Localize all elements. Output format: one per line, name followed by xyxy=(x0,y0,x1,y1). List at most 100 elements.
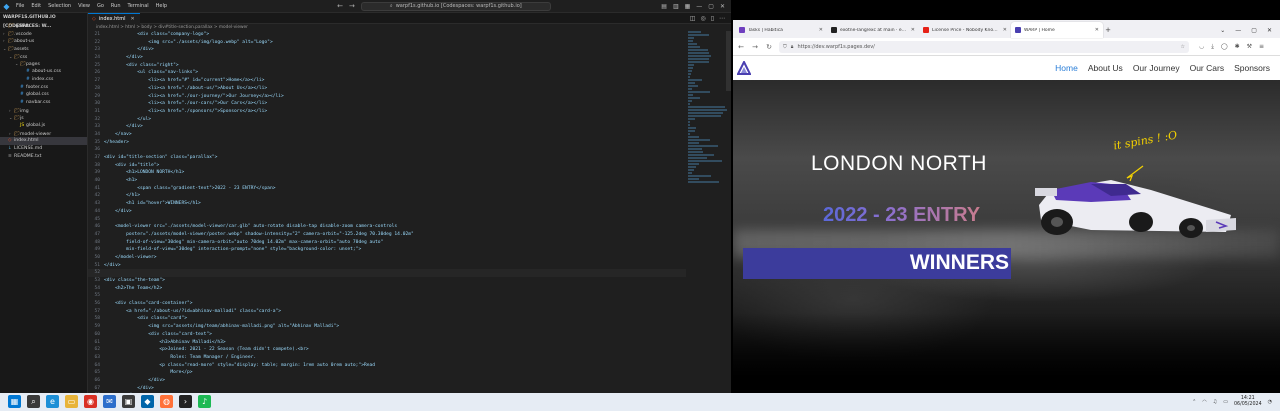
code-line[interactable]: 51 </div> xyxy=(88,262,686,270)
code-line[interactable]: 59 <img src="assets/img/team/abhinav-mal… xyxy=(88,323,686,331)
breadcrumb[interactable]: index.html > html > body > div#title-sec… xyxy=(88,24,731,31)
list-tabs-icon[interactable]: ⌄ xyxy=(1220,27,1225,34)
code-line[interactable]: 32 </ul> xyxy=(88,116,686,124)
nav-link-about-us[interactable]: About Us xyxy=(1088,63,1123,73)
browser-tab[interactable]: Tasks | Habitica ✕ xyxy=(735,22,827,38)
tree-item[interactable]: # index.css xyxy=(0,76,87,84)
tab-close-icon[interactable]: ✕ xyxy=(131,16,135,22)
menu-item-go[interactable]: Go xyxy=(97,3,104,9)
file-explorer-icon[interactable]: ▭ xyxy=(65,395,78,408)
code-line[interactable]: 49 min-field-of-view="30deg" interaction… xyxy=(88,246,686,254)
code-line[interactable]: 37 <div id="title-section" class="paralla… xyxy=(88,154,686,162)
tree-item[interactable]: # global.css xyxy=(0,91,87,99)
tab-close-icon[interactable]: ✕ xyxy=(911,27,915,33)
notifications-icon[interactable]: ◔ xyxy=(1268,399,1272,405)
customize-layout-icon[interactable]: ▦ xyxy=(685,3,691,10)
account-icon[interactable]: ◯ xyxy=(1221,43,1228,51)
code-line[interactable]: 50 </model-viewer> xyxy=(88,254,686,262)
code-line[interactable]: 44 </div> xyxy=(88,208,686,216)
code-line[interactable]: 46 <model-viewer src="./assets/model-vie… xyxy=(88,223,686,231)
tree-item[interactable]: ≡ README.txt xyxy=(0,153,87,161)
tree-item[interactable]: ⌄ 📁︎js xyxy=(0,114,87,122)
tree-item[interactable]: # about-us.css xyxy=(0,68,87,76)
shield-icon[interactable]: ⛉ xyxy=(783,44,787,50)
command-center-search[interactable]: ⌕ warpf1s.github.io [Codespaces: warpf1s… xyxy=(360,1,551,11)
nav-link-our-journey[interactable]: Our Journey xyxy=(1133,63,1180,73)
battery-icon[interactable]: ▭ xyxy=(1223,399,1228,405)
tree-item[interactable]: ⌄ 📁︎css xyxy=(0,53,87,61)
code-line[interactable]: 47 poster="./assets/model-viewer/poster.… xyxy=(88,231,686,239)
code-line[interactable]: 54 <h2>The Team</h2> xyxy=(88,285,686,293)
code-line[interactable]: 34 </nav> xyxy=(88,131,686,139)
store-icon[interactable]: ▣ xyxy=(122,395,135,408)
devtools-icon[interactable]: ⚒ xyxy=(1247,43,1252,51)
spotify-icon[interactable]: ♪ xyxy=(198,395,211,408)
tab-index-html[interactable]: ◇ index.html ✕ xyxy=(88,13,140,24)
extensions-icon[interactable]: ✱ xyxy=(1235,43,1240,51)
code-line[interactable]: 63 Roles: Team Manager / Engineer. xyxy=(88,354,686,362)
close-icon[interactable]: ✕ xyxy=(720,3,725,10)
code-line[interactable]: 23 </div> xyxy=(88,46,686,54)
code-line[interactable]: 66 </div> xyxy=(88,377,686,385)
code-line[interactable]: 40 <h1> xyxy=(88,177,686,185)
code-line[interactable]: 25 <div class="right"> xyxy=(88,62,686,70)
code-line[interactable]: 45 xyxy=(88,216,686,224)
tree-item[interactable]: ⌄ 📁︎assets xyxy=(0,45,87,53)
code-line[interactable]: 65 More</p> xyxy=(88,369,686,377)
back-arrow-icon[interactable]: ← xyxy=(737,43,745,51)
bookmark-star-icon[interactable]: ☆ xyxy=(1181,44,1189,50)
code-line[interactable]: 28 <li><a href="./about-us/">About Us</a… xyxy=(88,85,686,93)
forward-arrow-icon[interactable]: → xyxy=(751,43,759,51)
code-line[interactable]: 48 field-of-view="30deg" min-camera-orbi… xyxy=(88,239,686,247)
clock[interactable]: 14:21 06/05/2024 xyxy=(1234,396,1262,408)
tab-close-icon[interactable]: ✕ xyxy=(1003,27,1007,33)
pocket-icon[interactable]: ◡ xyxy=(1199,43,1204,51)
browser-tab[interactable]: WARP | Home ✕ xyxy=(1011,22,1103,38)
menu-item-selection[interactable]: Selection xyxy=(48,3,71,9)
code-line[interactable]: 55 xyxy=(88,292,686,300)
nav-link-sponsors[interactable]: Sponsors xyxy=(1234,63,1270,73)
menu-item-run[interactable]: Run xyxy=(111,3,121,9)
minimap[interactable] xyxy=(686,31,731,393)
code-line[interactable]: 35 </header> xyxy=(88,139,686,147)
tree-item[interactable]: JS global.js xyxy=(0,122,87,130)
menu-item-view[interactable]: View xyxy=(78,3,90,9)
vscode-icon[interactable]: ◆ xyxy=(141,395,154,408)
volume-icon[interactable]: ♫ xyxy=(1213,399,1217,405)
code-line[interactable]: 33 </div> xyxy=(88,123,686,131)
menu-item-edit[interactable]: Edit xyxy=(31,3,41,9)
code-line[interactable]: 41 <span class="gradient-text">2022 - 23… xyxy=(88,185,686,193)
tree-item[interactable]: # navbar.css xyxy=(0,99,87,107)
wifi-icon[interactable]: ◠ xyxy=(1202,399,1206,405)
tab-close-icon[interactable]: ✕ xyxy=(819,27,823,33)
warp-logo-icon[interactable] xyxy=(733,56,755,80)
split-editor-icon[interactable]: ▯ xyxy=(711,15,714,22)
open-changes-icon[interactable]: ◫ xyxy=(690,15,696,22)
tree-item[interactable]: › 📁︎img xyxy=(0,107,87,115)
download-icon[interactable]: ⤓ xyxy=(1211,43,1214,51)
url-bar[interactable]: ⛉ 🔒︎ https://dev.warpf1s.pages.dev/ ☆ xyxy=(779,40,1189,53)
explorer-header[interactable]: WARPF1S.GITHUB.IO [CODESPACES: W... xyxy=(0,13,87,29)
code-line[interactable]: 21 <div class="company-logo"> xyxy=(88,31,686,39)
edge-icon[interactable]: e xyxy=(46,395,59,408)
code-line[interactable]: 61 <h3>Abhinav Malladi</h3> xyxy=(88,339,686,347)
f1-car-model[interactable] xyxy=(1031,160,1241,255)
tree-item[interactable]: # footer.css xyxy=(0,84,87,92)
code-line[interactable]: 29 <li><a href="./our-journey/">Our Jour… xyxy=(88,93,686,101)
browser-tab[interactable]: exotne-lang/exc at main · exotne ✕ xyxy=(827,22,919,38)
menu-item-help[interactable]: Help xyxy=(156,3,167,9)
preview-icon[interactable]: ◎ xyxy=(700,15,705,22)
code-line[interactable]: 39 <h1>LONDON NORTH</h1> xyxy=(88,169,686,177)
close-icon[interactable]: ✕ xyxy=(1267,27,1272,34)
tree-item[interactable]: › 📁︎about-us xyxy=(0,37,87,45)
code-line[interactable]: 62 <p>Joined: 2021 - 22 Season (Team did… xyxy=(88,346,686,354)
nav-link-our-cars[interactable]: Our Cars xyxy=(1190,63,1224,73)
lock-icon[interactable]: 🔒︎ xyxy=(791,44,794,50)
code-line[interactable]: 58 <div class="card"> xyxy=(88,315,686,323)
more-actions-icon[interactable]: ⋯ xyxy=(719,15,725,22)
back-arrow-icon[interactable]: ← xyxy=(337,2,343,10)
code-line[interactable]: 36 xyxy=(88,146,686,154)
code-editor[interactable]: 21 <div class="company-logo"> 22 <img src… xyxy=(88,31,686,393)
tab-close-icon[interactable]: ✕ xyxy=(1095,27,1099,33)
new-tab-icon[interactable]: + xyxy=(1103,22,1113,38)
